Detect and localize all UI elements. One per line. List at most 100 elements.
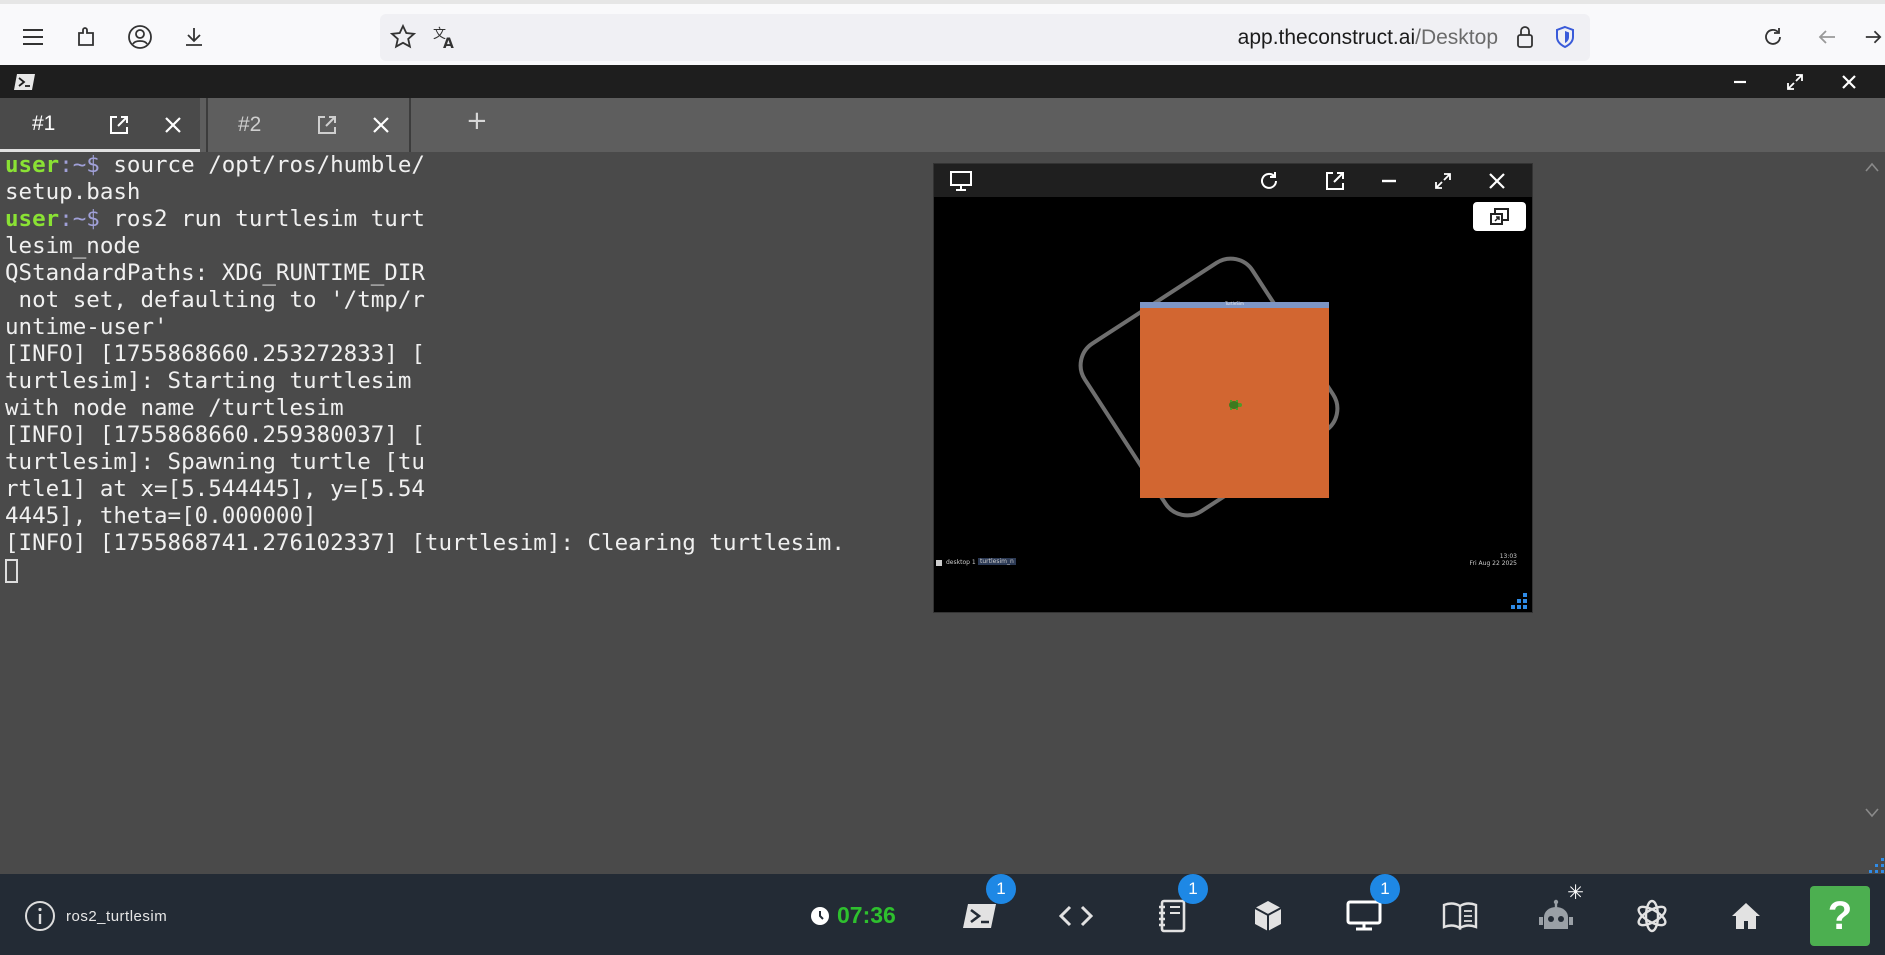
- minimize-icon[interactable]: [1720, 65, 1760, 98]
- popout-icon[interactable]: [1318, 166, 1352, 196]
- ai-assistant-button[interactable]: [1632, 896, 1672, 936]
- terminal-line: QStandardPaths: XDG_RUNTIME_DIR: [5, 260, 845, 287]
- info-icon[interactable]: [24, 900, 56, 932]
- forward-arrow-icon[interactable]: [1862, 22, 1885, 52]
- refresh-icon[interactable]: [1252, 166, 1286, 196]
- close-icon[interactable]: [1829, 65, 1869, 98]
- back-arrow-icon[interactable]: [1812, 22, 1842, 52]
- timer-value: 07:36: [837, 902, 896, 928]
- terminal-icon: [963, 904, 996, 928]
- terminal-line: turtlesim]: Spawning turtle [tu: [5, 449, 845, 476]
- task-item[interactable]: turtlesim_n: [978, 558, 1016, 565]
- maximize-icon[interactable]: [1775, 65, 1815, 98]
- bookmark-star-icon[interactable]: [388, 22, 418, 52]
- url-path: /Desktop: [1415, 26, 1498, 49]
- robot-icon: [1539, 899, 1573, 929]
- turtle-icon: [1229, 400, 1242, 410]
- notebook-badge: 1: [1178, 874, 1208, 904]
- terminal-button[interactable]: 1: [960, 874, 1016, 936]
- close-tab-icon[interactable]: [164, 116, 182, 134]
- tab-label: #1: [32, 111, 56, 135]
- add-tab-button[interactable]: +: [466, 106, 488, 136]
- scroll-up-icon[interactable]: [1865, 160, 1879, 176]
- terminal-line: 4445], theta=[0.000000]: [5, 503, 845, 530]
- prompt-path: :~$: [59, 152, 100, 178]
- remote-clock: 13:03 Fri Aug 22 2025: [1470, 553, 1518, 567]
- terminal-cursor: [5, 558, 18, 583]
- terminal-line: user:~$ source /opt/ros/humble/: [5, 152, 845, 179]
- resize-handle-icon[interactable]: [1863, 852, 1885, 874]
- terminal-line-text: turtlesim]: Spawning turtle [tu: [5, 449, 425, 475]
- menu-icon[interactable]: [18, 22, 48, 52]
- terminal-line: [INFO] [1755868741.276102337] [turtlesim…: [5, 530, 845, 557]
- tab-2[interactable]: #2: [206, 98, 411, 152]
- close-tab-icon[interactable]: [372, 116, 390, 134]
- desktop-viewer-window[interactable]: TurtleSim desktop 1 turtlesim_n 13:03 Fr…: [933, 163, 1533, 613]
- book-button[interactable]: [1440, 896, 1480, 936]
- openai-icon: [1637, 899, 1667, 933]
- reload-icon[interactable]: [1758, 22, 1788, 52]
- url-domain: app.theconstruct.ai: [1237, 26, 1416, 49]
- project-info[interactable]: ros2_turtlesim: [24, 900, 167, 932]
- remote-desktop-screen[interactable]: TurtleSim desktop 1 turtlesim_n 13:03 Fr…: [934, 197, 1532, 614]
- desktop-label[interactable]: desktop 1: [946, 559, 976, 566]
- terminal-window-bar: [0, 65, 1885, 98]
- terminal-cursor-line: [5, 557, 845, 584]
- terminal-line: untime-user': [5, 314, 845, 341]
- turtlesim-title: TurtleSim: [1225, 301, 1244, 306]
- terminal-line: setup.bash: [5, 179, 845, 206]
- terminal-line: not set, defaulting to '/tmp/r: [5, 287, 845, 314]
- extensions-icon[interactable]: [72, 22, 102, 52]
- translate-icon[interactable]: 文A: [430, 22, 460, 52]
- minimize-icon[interactable]: [1372, 166, 1406, 196]
- bottom-toolbar: ros2_turtlesim 07:36 1 1 1 ✳ ?: [0, 874, 1885, 955]
- notebook-button[interactable]: 1: [1152, 874, 1208, 936]
- home-icon: [1732, 903, 1760, 929]
- terminal-line-text: with node name /turtlesim: [5, 395, 344, 421]
- terminal-line: with node name /turtlesim: [5, 395, 845, 422]
- menu-icon[interactable]: [936, 560, 942, 566]
- maximize-icon[interactable]: [1426, 166, 1460, 196]
- code-editor-button[interactable]: [1056, 896, 1096, 936]
- terminal-line-text: lesim_node: [5, 233, 141, 259]
- cube-icon: [1254, 901, 1282, 931]
- terminal-output[interactable]: user:~$ source /opt/ros/humble/setup.bas…: [5, 152, 845, 584]
- home-button[interactable]: [1726, 896, 1766, 936]
- url-bar[interactable]: 文A app.theconstruct.ai/Desktop: [380, 14, 1590, 61]
- code-icon: [1059, 905, 1093, 927]
- terminal-line-text: not set, defaulting to '/tmp/r: [5, 287, 425, 313]
- help-button[interactable]: ?: [1810, 886, 1870, 946]
- popout-icon[interactable]: [316, 114, 338, 136]
- terminal-line: lesim_node: [5, 233, 845, 260]
- restore-window-button[interactable]: [1473, 202, 1526, 231]
- terminal-line-text: [INFO] [1755868660.253272833] [: [5, 341, 425, 367]
- shield-icon[interactable]: [1550, 22, 1580, 52]
- tab-label: #2: [238, 113, 262, 136]
- resize-handle-icon[interactable]: [1508, 590, 1528, 610]
- terminal-line-text: ros2 run turtlesim turt: [99, 206, 425, 232]
- terminal-line-text: setup.bash: [5, 179, 141, 205]
- prompt-user: user: [5, 206, 60, 232]
- remote-taskbar[interactable]: desktop 1 turtlesim_n: [934, 557, 1532, 571]
- popout-icon[interactable]: [108, 114, 130, 136]
- viewer-titlebar[interactable]: [934, 164, 1532, 197]
- robot-button[interactable]: ✳: [1536, 880, 1584, 936]
- account-icon[interactable]: [125, 22, 155, 52]
- terminal-tab-bar: #1 #2 +: [0, 98, 1885, 152]
- clock-time: 13:03: [1499, 553, 1517, 560]
- desktop-button[interactable]: 1: [1344, 874, 1400, 936]
- terminal-line-text: [INFO] [1755868741.276102337] [turtlesim…: [5, 530, 845, 556]
- simulation-button[interactable]: [1248, 896, 1288, 936]
- close-icon[interactable]: [1480, 166, 1514, 196]
- terminal-line-text: QStandardPaths: XDG_RUNTIME_DIR: [5, 260, 425, 286]
- download-icon[interactable]: [179, 22, 209, 52]
- url-text[interactable]: app.theconstruct.ai/Desktop: [1238, 26, 1498, 50]
- turtlesim-window[interactable]: TurtleSim: [1140, 301, 1329, 498]
- clock-date: Fri Aug 22 2025: [1469, 560, 1518, 567]
- terminal-line: [INFO] [1755868660.253272833] [: [5, 341, 845, 368]
- scroll-down-icon[interactable]: [1865, 806, 1879, 822]
- terminal-line-text: 4445], theta=[0.000000]: [5, 503, 317, 529]
- tab-1[interactable]: #1: [0, 98, 200, 152]
- desktop-icon: [1346, 900, 1382, 931]
- lock-icon[interactable]: [1510, 22, 1540, 52]
